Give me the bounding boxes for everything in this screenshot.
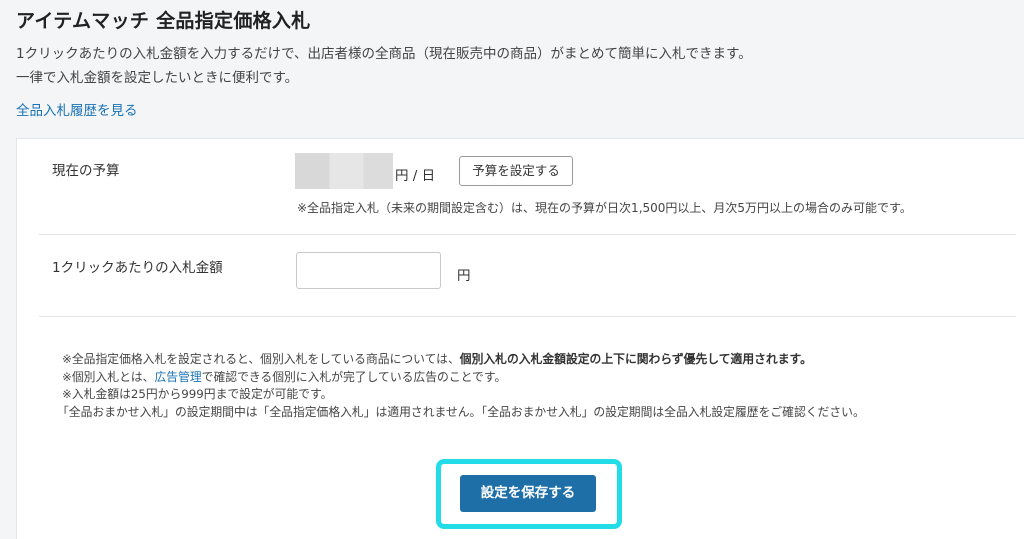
note-line-2-suffix: で確認できる個別に入札が完了している広告のことです。 [201,369,507,384]
description-line-1: 1クリックあたりの入札金額を入力するだけで、出店者様の全商品（現在販売中の商品）… [16,46,752,62]
budget-note: ※全品指定入札（未来の期間設定含む）は、現在の予算が日次1,500円以上、月次5… [297,201,912,215]
note-line-1: ※全品指定価格入札を設定されると、個別入札をしている商品については、個別入札の入… [62,351,865,369]
description-line-2: 一律で入札金額を設定したいときに便利です。 [16,70,299,86]
bid-history-link[interactable]: 全品入札履歴を見る [16,99,138,119]
budget-value-redacted [295,153,393,189]
note-line-1-text: ※全品指定価格入札を設定されると、個別入札をしている商品については、 [62,352,460,366]
set-budget-button[interactable]: 予算を設定する [459,156,573,186]
settings-card: 現在の予算 円 / 日 予算を設定する ※全品指定入札（未来の期間設定含む）は、… [16,138,1024,539]
ad-management-link[interactable]: 広告管理 [154,370,201,384]
page-title: アイテムマッチ 全品指定価格入札 [16,10,311,32]
notes-block: ※全品指定価格入札を設定されると、個別入札をしている商品については、個別入札の入… [57,351,865,421]
budget-label: 現在の予算 [52,163,120,179]
bid-amount-label: 1クリックあたりの入札金額 [52,260,223,276]
page-description: 1クリックあたりの入札金額を入力するだけで、出店者様の全商品（現在販売中の商品）… [16,42,752,90]
bid-unit: 円 [457,268,471,284]
budget-unit: 円 / 日 [395,168,436,184]
note-line-2: ※個別入札とは、広告管理で確認できる個別に入札が完了している広告のことです。 [62,369,865,387]
bid-amount-input[interactable] [296,252,441,289]
save-settings-button[interactable]: 設定を保存する [460,475,596,512]
note-line-4: 「全品おまかせ入札」の設定期間中は「全品指定価格入札」は適用されません。「全品お… [57,404,865,419]
divider [39,234,1016,235]
note-line-3: ※入札金額は25円から999円まで設定が可能です。 [62,387,333,401]
note-line-1-emphasis: 個別入札の入札金額設定の上下に関わらず優先して適用されます。 [459,352,812,366]
divider [39,316,1016,317]
note-line-2-text: ※個別入札とは、 [62,369,155,384]
